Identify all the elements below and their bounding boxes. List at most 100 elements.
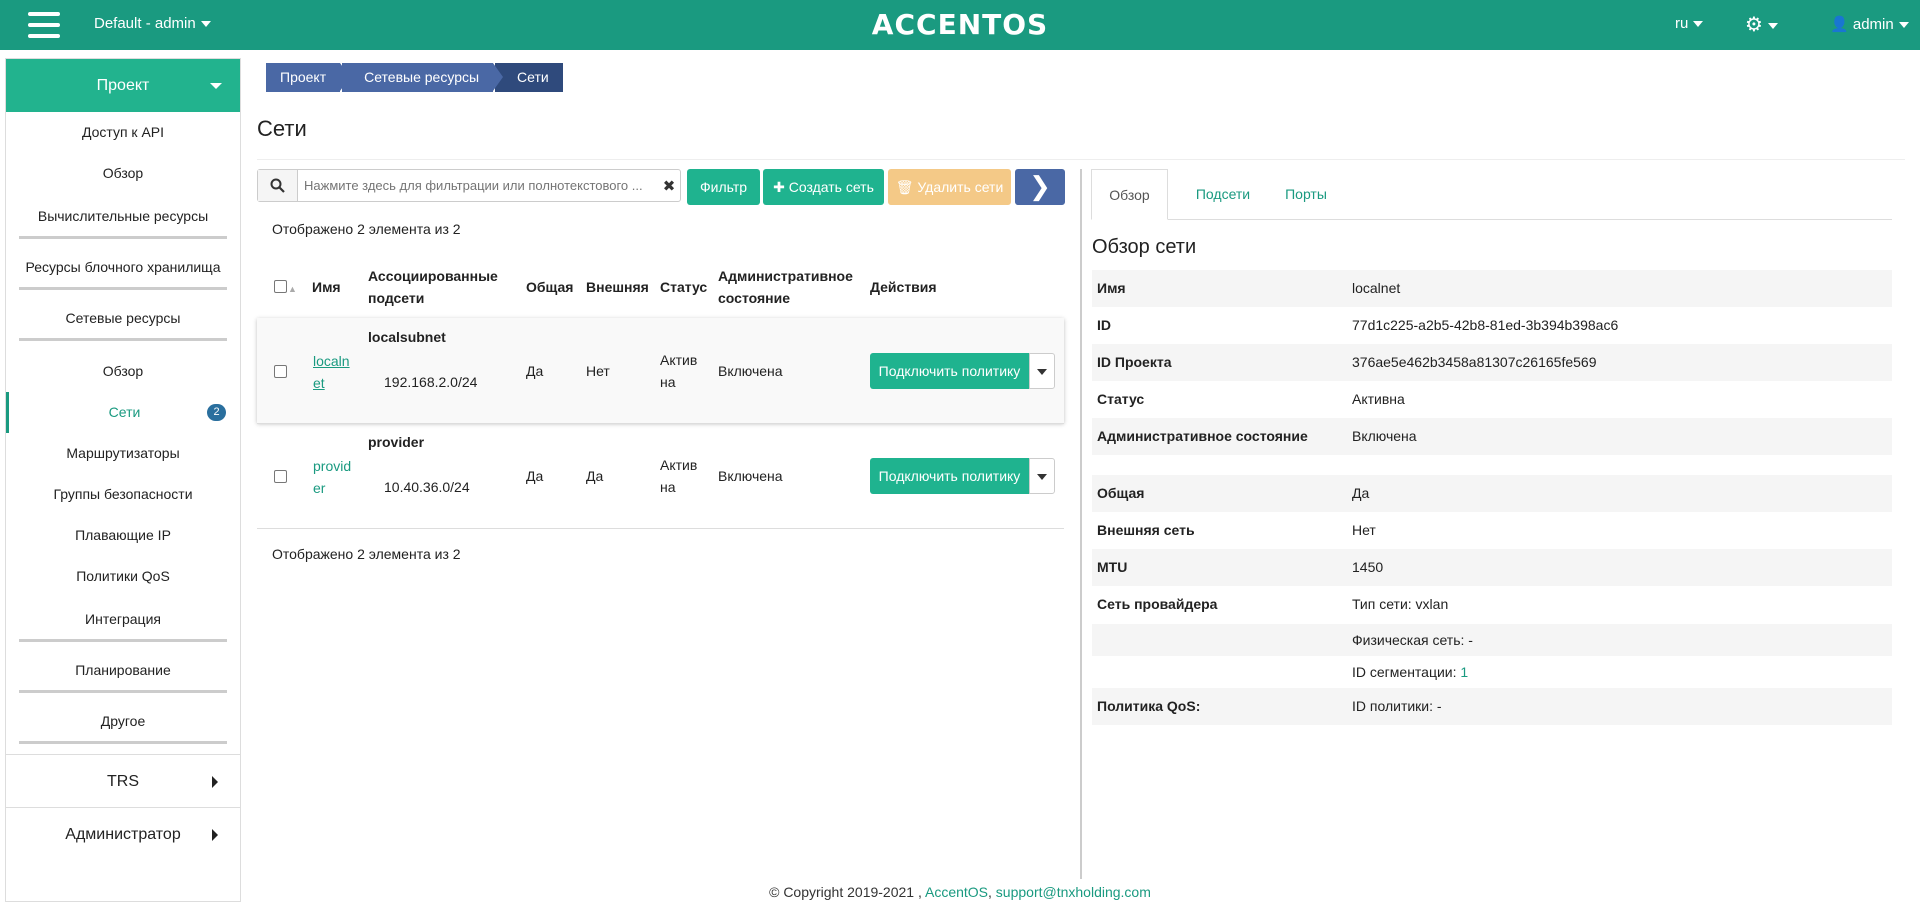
sidebar-group-other[interactable]: Другое [19,699,227,744]
create-network-button[interactable]: ✚ Создать сеть [763,169,884,205]
sidebar-group-integration[interactable]: Интеграция [19,597,227,642]
breadcrumb-network-resources[interactable]: Сетевые ресурсы [342,63,503,92]
row-checkbox[interactable] [274,470,287,483]
external-value: Нет [586,363,610,379]
subnet-name: localsubnet [368,329,446,345]
sidebar-section-admin[interactable]: Администратор [6,807,240,860]
attach-policy-button[interactable]: Подключить политику [870,458,1029,494]
sidebar-group-planning[interactable]: Планирование [19,648,227,693]
detail-row-admin-state: Административное состояние Включена [1092,418,1892,455]
row-checkbox[interactable] [274,365,287,378]
language-switcher[interactable]: ru [1675,15,1704,32]
sidebar-project[interactable]: Проект [6,59,240,112]
sidebar-item-routers[interactable]: Маршрутизаторы [6,433,240,474]
sidebar-group-block-storage[interactable]: Ресурсы блочного хранилища [19,245,227,290]
create-network-label: Создать сеть [788,179,874,195]
row-actions-dropdown[interactable] [1029,458,1055,494]
sidebar-item-qos-policies[interactable]: Политики QoS [6,556,240,597]
detail-label: ID [1097,317,1111,333]
col-subnets-line1: Ассоциированные [368,268,498,284]
detail-label: ID Проекта [1097,354,1172,370]
detail-row-qos: Политика QoS: ID политики: - [1092,688,1892,725]
chevron-down-icon [1898,22,1909,29]
admin-state-value: Включена [718,468,783,484]
detail-row-project-id: ID Проекта 376ae5e462b3458a81307c26165fe5… [1092,344,1892,381]
next-button[interactable]: ❯ [1015,169,1065,205]
col-admin-state[interactable]: Административное состояние [718,265,853,309]
breadcrumb-networks[interactable]: Сети [495,63,563,92]
brand-link[interactable]: AccentOS [925,884,988,900]
detail-value: ID политики: - [1352,698,1442,714]
sidebar-item-floating-ips[interactable]: Плавающие IP [6,515,240,556]
sidebar-group-compute[interactable]: Вычислительные ресурсы [19,194,227,239]
network-name-line2: et [313,375,325,391]
network-link[interactable]: localn et [313,350,350,394]
sidebar-item-networks[interactable]: Сети 2 [6,392,240,433]
clear-icon[interactable]: ✖ [658,170,680,201]
sidebar-section-label: Администратор [65,826,181,843]
col-admin-line2: состояние [718,290,790,306]
tab-ports[interactable]: Порты [1271,169,1341,220]
status-value: Актив на [660,349,697,393]
sidebar-item-label: Сети [108,404,141,420]
detail-row-segmentation: ID сегментации: 1 [1092,656,1892,688]
attach-policy-button[interactable]: Подключить политику [870,353,1029,389]
sort-icon[interactable]: ▲ [288,278,297,300]
sidebar-section-trs[interactable]: TRS [6,754,240,807]
chevron-right-icon [212,776,218,788]
select-all-checkbox[interactable] [274,280,287,293]
sidebar-item-network-overview[interactable]: Обзор [6,351,240,392]
detail-row-shared: Общая Да [1092,475,1892,512]
detail-value: Активна [1352,391,1405,407]
breadcrumb-project[interactable]: Проект [266,63,351,92]
admin-state-value: Включена [718,363,783,379]
network-name-line1: localn [313,353,350,369]
divider [257,159,1905,160]
footer: © Copyright 2019-2021 , AccentOS, suppor… [0,884,1920,900]
status-value: Актив на [660,454,697,498]
detail-title: Обзор сети [1092,236,1197,258]
sidebar-item-overview[interactable]: Обзор [6,153,240,194]
external-value: Да [586,468,604,484]
network-name-line2: er [313,480,326,496]
col-admin-line1: Административное [718,268,853,284]
theme-menu[interactable]: ⚙ [1745,12,1778,37]
trash-icon: 🗑 [895,179,914,195]
col-name[interactable]: Имя [312,276,341,298]
col-subnets[interactable]: Ассоциированные подсети [368,265,498,309]
support-email-link[interactable]: support@tnxholding.com [996,884,1151,900]
status-line2: на [660,479,676,495]
search-input[interactable] [298,170,658,201]
detail-row-external: Внешняя сеть Нет [1092,512,1892,549]
col-status[interactable]: Статус [660,276,707,298]
row-actions-dropdown[interactable] [1029,353,1055,389]
delete-networks-button[interactable]: 🗑 Удалить сети [888,169,1011,205]
search-button[interactable] [258,170,298,201]
status-line1: Актив [660,457,698,473]
tab-subnets[interactable]: Подсети [1183,169,1263,220]
filter-button[interactable]: Фильтр [687,169,760,205]
user-menu[interactable]: 👤 admin [1830,15,1909,33]
network-link[interactable]: provid er [313,455,351,499]
detail-row-id: ID 77d1c225-a2b5-42b8-81ed-3b394b398ac6 [1092,307,1892,344]
detail-row-physnet: Физическая сеть: - [1092,624,1892,656]
sidebar-group-network[interactable]: Сетевые ресурсы [19,296,227,341]
delete-networks-label: Удалить сети [917,179,1004,195]
chevron-right-icon: ❯ [1029,171,1051,201]
items-count-bottom: Отображено 2 элемента из 2 [272,546,461,562]
sidebar: Проект Доступ к API Обзор Вычислительные… [5,58,241,902]
tab-overview[interactable]: Обзор [1091,169,1168,220]
items-count: Отображено 2 элемента из 2 [272,221,461,237]
detail-value: 1450 [1352,559,1384,575]
detail-label: Статус [1097,391,1145,407]
detail-row-name: Имя localnet [1092,270,1892,307]
sidebar-item-api-access[interactable]: Доступ к API [6,112,240,153]
language-label: ru [1675,15,1689,32]
segmentation-id-link[interactable]: 1 [1460,664,1468,680]
sidebar-project-label: Проект [96,77,150,94]
app-logo: ACCENTOS [871,8,1049,41]
divider [257,528,1064,529]
col-external[interactable]: Внешняя [586,276,649,298]
sidebar-item-security-groups[interactable]: Группы безопасности [6,474,240,515]
col-shared[interactable]: Общая [526,276,573,298]
